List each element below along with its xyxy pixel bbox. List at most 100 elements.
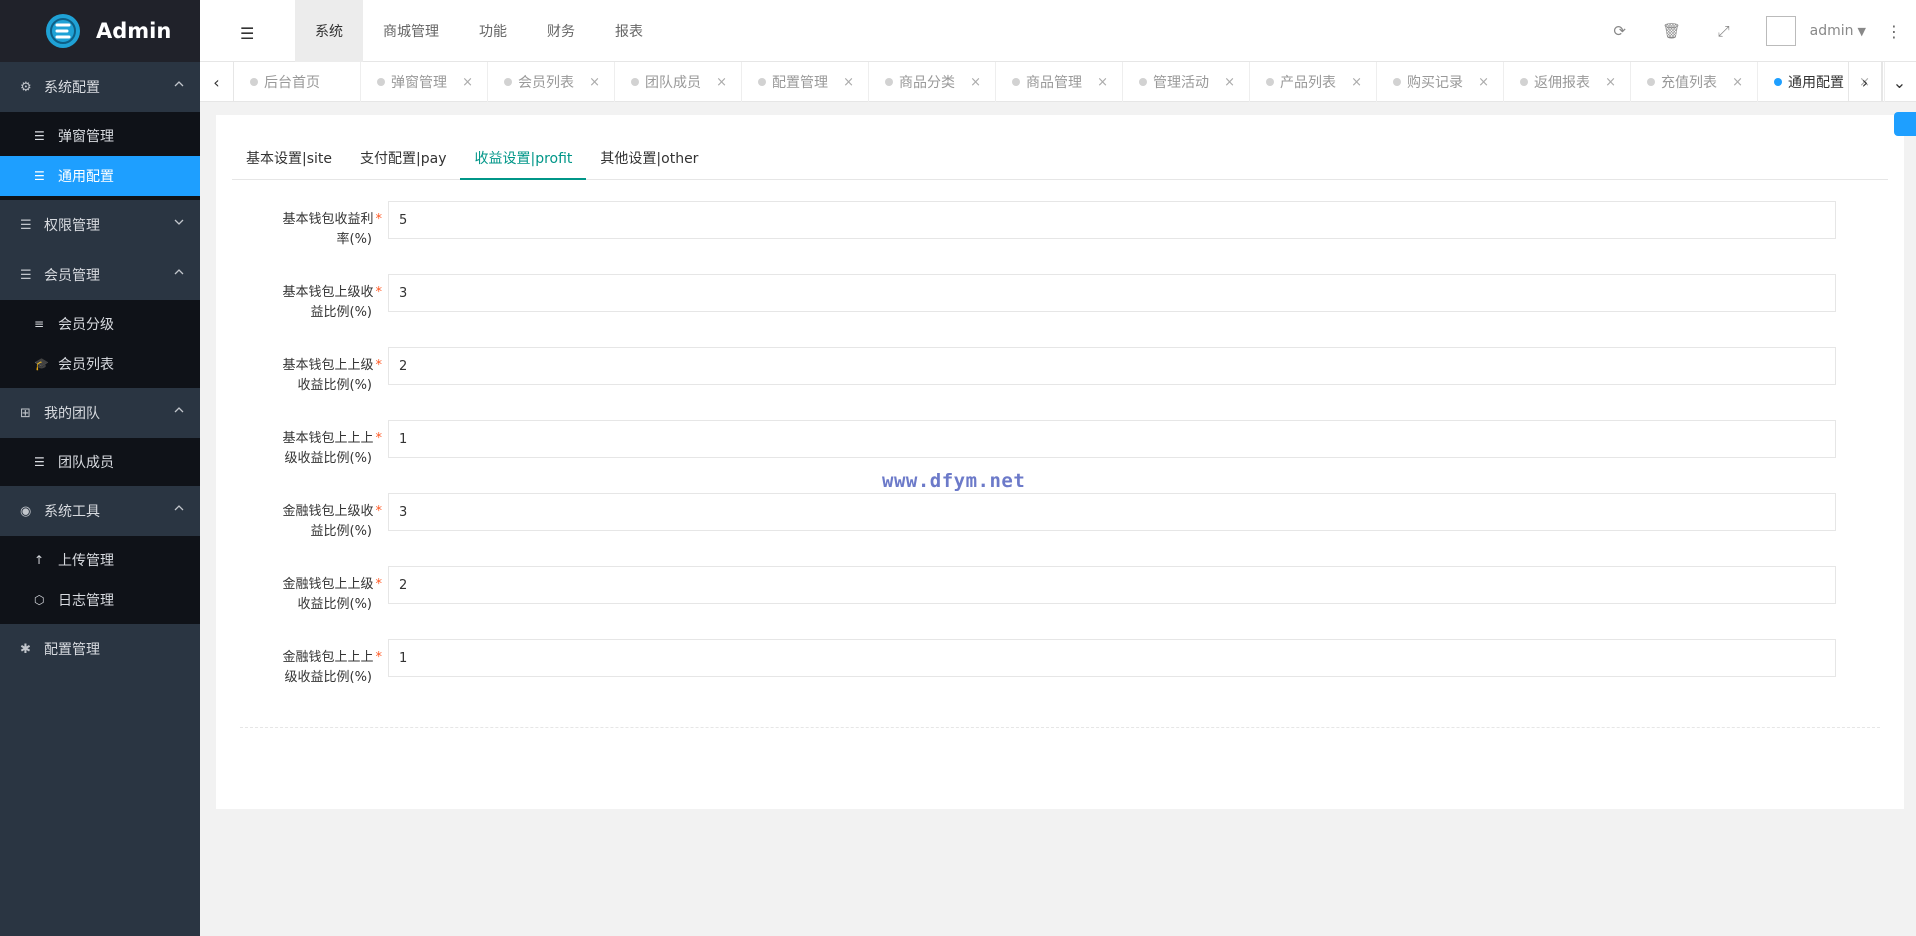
top-nav: 系统 商城管理 功能 财务 报表 [295, 0, 663, 62]
fullscreen-icon[interactable]: ⤢ [1698, 22, 1750, 40]
top-nav-item[interactable]: 商城管理 [363, 0, 459, 62]
close-icon[interactable]: × [1097, 75, 1108, 90]
top-nav-item[interactable]: 功能 [459, 0, 527, 62]
sidebar-item[interactable]: ↑ 上传管理 [0, 540, 200, 580]
sidebar-group-label: 系统配置 [44, 80, 100, 96]
sidebar-item-label: 弹窗管理 [58, 129, 114, 145]
caret-down-icon[interactable]: ▼ [1858, 25, 1866, 38]
page-tab[interactable]: 商品管理 × [996, 62, 1123, 102]
profit-field-input[interactable] [388, 347, 1836, 385]
page-tab[interactable]: 配置管理 × [742, 62, 869, 102]
profit-field-input[interactable] [388, 420, 1836, 458]
sidebar-group: ⊞ 我的团队 ☰ 团队成员 [0, 388, 200, 486]
graduation-cap-icon: 🎓 [34, 357, 49, 371]
tab-next-icon[interactable]: › [1848, 62, 1882, 102]
sidebar-item[interactable]: ☰ 通用配置 [0, 156, 200, 196]
close-icon[interactable]: × [716, 75, 727, 90]
profit-field-input[interactable] [388, 274, 1836, 312]
sidebar-item[interactable]: ≡ 会员分级 [0, 304, 200, 344]
close-icon[interactable]: × [1605, 75, 1616, 90]
sidebar-group-5[interactable]: ✱ 配置管理 [0, 624, 200, 674]
top-nav-item[interactable]: 系统 [295, 0, 363, 62]
tab-menu-chevron-icon[interactable]: ⌄ [1882, 62, 1916, 102]
chevron-up-icon [174, 505, 184, 511]
content-card: 基本设置|site 支付配置|pay 收益设置|profit 其他设置|other 基… [216, 115, 1904, 809]
trash-icon[interactable]: 🗑 [1646, 22, 1698, 40]
close-icon[interactable]: × [1732, 75, 1743, 90]
more-vertical-icon[interactable]: ⋮ [1886, 22, 1902, 41]
settings-subtab[interactable]: 其他设置|other [586, 144, 712, 180]
menu-toggle-icon[interactable]: ☰ [240, 24, 254, 43]
settings-subtab[interactable]: 支付配置|pay [346, 144, 460, 180]
sidebar-group-0[interactable]: ⚙ 系统配置 [0, 62, 200, 112]
page-tab[interactable]: 团队成员 × [615, 62, 742, 102]
profit-field-input[interactable] [388, 493, 1836, 531]
tab-dot-icon [631, 78, 639, 86]
top-nav-item[interactable]: 报表 [595, 0, 663, 62]
chevron-up-icon [174, 407, 184, 413]
profit-field-input[interactable] [388, 201, 1836, 239]
tab-prev-icon[interactable]: ‹ [200, 62, 234, 102]
page-tab-label: 商品分类 [899, 75, 955, 91]
page-tab[interactable]: 充值列表 × [1631, 62, 1758, 102]
compass-icon: ◉ [20, 503, 32, 519]
close-icon[interactable]: × [843, 75, 854, 90]
floating-helper-icon[interactable] [1894, 112, 1916, 136]
field-label: 金融钱包上上上 * 级收益比例(%) [232, 648, 382, 688]
sidebar-group-1[interactable]: ☰ 权限管理 [0, 200, 200, 250]
page-tab[interactable]: 会员列表 × [488, 62, 615, 102]
sidebar-item[interactable]: ☰ 团队成员 [0, 442, 200, 482]
profit-field-input[interactable] [388, 566, 1836, 604]
close-icon[interactable]: × [1478, 75, 1489, 90]
sitemap-icon: ⊞ [20, 405, 31, 421]
page-tab[interactable]: 管理活动 × [1123, 62, 1250, 102]
sidebar-group: ◉ 系统工具 ↑ 上传管理 ⬡ 日志管理 [0, 486, 200, 624]
page-tab[interactable]: 产品列表 × [1250, 62, 1377, 102]
logo-icon [46, 14, 80, 48]
top-nav-item[interactable]: 财务 [527, 0, 595, 62]
chevron-up-icon [174, 81, 184, 87]
sidebar-item[interactable]: ☰ 弹窗管理 [0, 116, 200, 156]
sidebar-item[interactable]: ⬡ 日志管理 [0, 580, 200, 620]
list-icon: ☰ [34, 455, 45, 469]
list-icon: ☰ [20, 267, 32, 283]
field-label-line2: 收益比例(%) [297, 597, 373, 612]
close-icon[interactable]: × [462, 75, 473, 90]
chevron-up-icon [174, 269, 184, 275]
sidebar-item[interactable]: 🎓 会员列表 [0, 344, 200, 384]
page-tab[interactable]: 返佣报表 × [1504, 62, 1631, 102]
field-label-line1: 金融钱包上级收 [282, 504, 374, 519]
refresh-icon[interactable]: ⟳ [1594, 22, 1646, 40]
list-icon: ☰ [20, 217, 32, 233]
list-icon: ☰ [34, 129, 45, 143]
settings-subtab[interactable]: 基本设置|site [232, 144, 346, 180]
close-icon[interactable]: × [1351, 75, 1362, 90]
tab-dot-icon [1139, 78, 1147, 86]
required-marker: * [375, 431, 383, 446]
close-icon[interactable]: × [970, 75, 981, 90]
avatar[interactable] [1765, 16, 1796, 46]
sidebar-group-2[interactable]: ☰ 会员管理 [0, 250, 200, 300]
sidebar-group: ☰ 权限管理 [0, 200, 200, 250]
sidebar-group-4[interactable]: ◉ 系统工具 [0, 486, 200, 536]
tab-dot-icon [1012, 78, 1020, 86]
page-tab[interactable]: 后台首页 [234, 62, 361, 102]
page-tab[interactable]: 购买记录 × [1377, 62, 1504, 102]
sidebar-group: ☰ 会员管理 ≡ 会员分级 🎓 会员列表 [0, 250, 200, 388]
user-name[interactable]: admin [1810, 23, 1854, 39]
header-tools: ⟳ 🗑 ⤢ admin ▼ ⋮ [1594, 0, 1916, 62]
close-icon[interactable]: × [1224, 75, 1235, 90]
arrow-up-icon: ↑ [34, 553, 45, 567]
profit-field-input[interactable] [388, 639, 1836, 677]
sidebar-group-3[interactable]: ⊞ 我的团队 [0, 388, 200, 438]
page-tab[interactable]: 弹窗管理 × [361, 62, 488, 102]
logo[interactable]: Admin [0, 0, 200, 62]
settings-subtab[interactable]: 收益设置|profit [460, 144, 587, 180]
page-tab[interactable]: 商品分类 × [869, 62, 996, 102]
sidebar-item-label: 团队成员 [58, 455, 114, 471]
sidebar-group-label: 系统工具 [44, 504, 100, 520]
page-tab-label: 产品列表 [1280, 75, 1336, 91]
sidebar-group: ⚙ 系统配置 ☰ 弹窗管理 ☰ 通用配置 [0, 62, 200, 200]
sidebar-group: ✱ 配置管理 [0, 624, 200, 674]
close-icon[interactable]: × [589, 75, 600, 90]
